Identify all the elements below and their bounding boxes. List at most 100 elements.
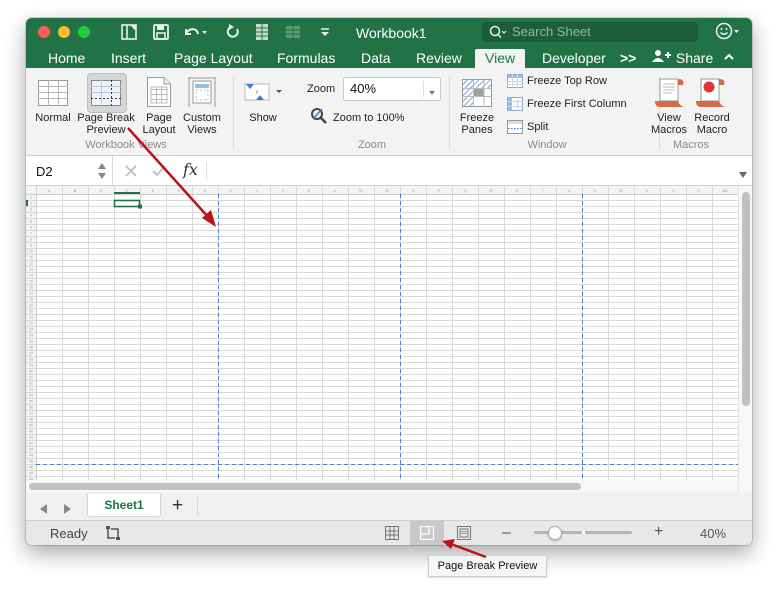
- zoom-slider-thumb[interactable]: [547, 526, 562, 540]
- worksheet-grid[interactable]: A B C D E F G H I J K L M N O P Q R S T U V W X Y Z AA 1 2 3 4 5 6 7 8 9 10 1…: [26, 186, 738, 492]
- row-header-36[interactable]: 36: [29, 406, 33, 410]
- sheet-tab-sheet1[interactable]: Sheet1: [87, 494, 161, 517]
- grid-canvas[interactable]: A B C D E F G H I J K L M N O P Q R S T U V W X Y Z AA123456789101…: [26, 186, 738, 492]
- name-box-stepper-icon[interactable]: [98, 162, 106, 185]
- row-header-3[interactable]: 3: [30, 208, 32, 212]
- column-header-C[interactable]: C: [100, 188, 103, 193]
- expand-formula-bar-icon[interactable]: [738, 166, 748, 184]
- column-header-E[interactable]: E: [152, 188, 155, 193]
- row-header-43[interactable]: 43: [29, 448, 33, 452]
- row-header-2[interactable]: 2: [30, 202, 32, 206]
- column-header-I[interactable]: I: [256, 188, 257, 193]
- zoom-select[interactable]: 40%: [343, 77, 441, 101]
- row-header-9[interactable]: 9: [30, 244, 32, 248]
- normal-view-status-button[interactable]: [385, 526, 399, 545]
- row-header-8[interactable]: 8: [30, 238, 32, 242]
- tab-review[interactable]: Review: [416, 49, 462, 68]
- next-sheet-icon[interactable]: [62, 502, 72, 520]
- row-header-20[interactable]: 20: [29, 310, 33, 314]
- row-header-42[interactable]: 42: [29, 442, 33, 446]
- row-header-19[interactable]: 19: [29, 304, 33, 308]
- row-header-31[interactable]: 31: [29, 376, 33, 380]
- share-button[interactable]: Share: [652, 49, 713, 68]
- horizontal-scrollbar[interactable]: [26, 480, 738, 492]
- previous-sheet-icon[interactable]: [39, 502, 49, 520]
- maximize-window-button[interactable]: [78, 26, 90, 38]
- page-break-preview-status-button[interactable]: [410, 521, 444, 545]
- status-zoom-percent[interactable]: 40%: [700, 526, 726, 541]
- undo-icon[interactable]: [182, 23, 208, 46]
- row-header-24[interactable]: 24: [29, 334, 33, 338]
- column-header-M[interactable]: M: [359, 188, 362, 193]
- row-header-39[interactable]: 39: [29, 424, 33, 428]
- column-header-O[interactable]: O: [411, 188, 414, 193]
- column-header-G[interactable]: G: [203, 188, 206, 193]
- column-header-P[interactable]: P: [438, 188, 441, 193]
- row-header-37[interactable]: 37: [29, 412, 33, 416]
- search-sheet-input[interactable]: Search Sheet: [482, 22, 698, 42]
- row-header-41[interactable]: 41: [29, 436, 33, 440]
- column-header-H[interactable]: H: [230, 188, 233, 193]
- row-header-30[interactable]: 30: [29, 370, 33, 374]
- row-header-22[interactable]: 22: [29, 322, 33, 326]
- row-header-6[interactable]: 6: [30, 226, 32, 230]
- row-header-17[interactable]: 17: [29, 292, 33, 296]
- sidebar-toggle-icon[interactable]: [120, 23, 138, 46]
- row-header-4[interactable]: 4: [30, 214, 32, 218]
- column-header-V[interactable]: V: [594, 188, 597, 193]
- column-header-Q[interactable]: Q: [463, 188, 466, 193]
- column-header-AA[interactable]: AA: [722, 188, 728, 193]
- row-header-21[interactable]: 21: [29, 316, 33, 320]
- zoom-slider[interactable]: [534, 526, 632, 540]
- row-header-29[interactable]: 29: [29, 364, 33, 368]
- row-header-25[interactable]: 25: [29, 340, 33, 344]
- insert-function-button[interactable]: fx: [183, 160, 198, 179]
- row-header-15[interactable]: 15: [29, 280, 33, 284]
- name-box[interactable]: D2: [26, 156, 112, 185]
- tab-view[interactable]: View: [475, 49, 526, 68]
- row-header-28[interactable]: 28: [29, 358, 33, 362]
- row-header-1[interactable]: 1: [30, 196, 32, 200]
- redo-icon[interactable]: [225, 23, 241, 46]
- row-header-16[interactable]: 16: [29, 286, 33, 290]
- row-header-26[interactable]: 26: [29, 346, 33, 350]
- row-header-38[interactable]: 38: [29, 418, 33, 422]
- feedback-smiley-icon[interactable]: [715, 21, 741, 46]
- more-tabs-button[interactable]: >>: [620, 49, 636, 68]
- tab-data[interactable]: Data: [361, 49, 391, 68]
- column-header-W[interactable]: W: [619, 188, 623, 193]
- customize-toolbar-icon[interactable]: [319, 23, 331, 46]
- confirm-entry-icon[interactable]: [152, 164, 166, 183]
- row-header-13[interactable]: 13: [29, 268, 33, 272]
- column-header-B[interactable]: B: [74, 188, 77, 193]
- column-header-R[interactable]: R: [490, 188, 493, 193]
- column-header-A[interactable]: A: [48, 188, 51, 193]
- cancel-entry-icon[interactable]: [124, 164, 138, 183]
- row-header-47[interactable]: 47: [29, 472, 33, 476]
- selected-cell-border[interactable]: [113, 199, 141, 208]
- minimize-window-button[interactable]: [58, 26, 70, 38]
- form-icon[interactable]: [255, 23, 269, 46]
- row-header-32[interactable]: 32: [29, 382, 33, 386]
- collapse-ribbon-icon[interactable]: [723, 49, 735, 68]
- horizontal-scroll-thumb[interactable]: [29, 483, 581, 490]
- row-header-34[interactable]: 34: [29, 394, 33, 398]
- tab-home[interactable]: Home: [48, 49, 85, 68]
- tab-page-layout[interactable]: Page Layout: [174, 49, 253, 68]
- row-header-33[interactable]: 33: [29, 388, 33, 392]
- save-icon[interactable]: [152, 23, 170, 46]
- tab-insert[interactable]: Insert: [111, 49, 146, 68]
- row-header-44[interactable]: 44: [29, 454, 33, 458]
- row-header-40[interactable]: 40: [29, 430, 33, 434]
- row-header-10[interactable]: 10: [29, 250, 33, 254]
- add-sheet-button[interactable]: +: [172, 495, 183, 517]
- row-header-7[interactable]: 7: [30, 232, 32, 236]
- table-icon[interactable]: [285, 23, 301, 46]
- row-header-18[interactable]: 18: [29, 298, 33, 302]
- tab-developer[interactable]: Developer: [542, 49, 606, 68]
- vertical-scroll-thumb[interactable]: [742, 192, 750, 406]
- macro-recording-icon[interactable]: [105, 525, 121, 545]
- row-header-11[interactable]: 11: [29, 256, 33, 260]
- column-header-X[interactable]: X: [646, 188, 649, 193]
- column-header-U[interactable]: U: [568, 188, 571, 193]
